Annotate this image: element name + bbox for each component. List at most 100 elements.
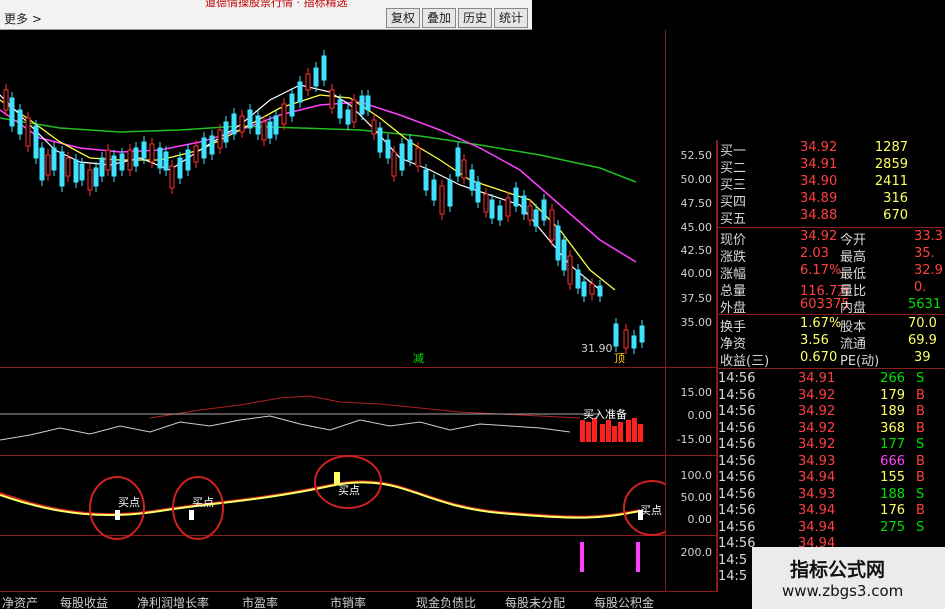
price-axis-label: 52.50 (680, 149, 713, 162)
oscillator-axis-label: 0.00 (687, 513, 713, 526)
overlay-button[interactable]: 叠加 (422, 8, 456, 28)
candle (17, 109, 23, 135)
candle (377, 127, 383, 153)
price-axis-label: 35.00 (680, 316, 713, 329)
tab-cash-debt[interactable]: 现金负债比 (416, 594, 476, 609)
indicator-axis-label: 0.00 (687, 409, 713, 422)
candle (483, 193, 489, 213)
price-axis-label: 47.50 (680, 197, 713, 210)
candle (177, 157, 183, 179)
tick-row: 14:56 34.91 266 S (718, 371, 925, 386)
candle (157, 147, 163, 169)
price-axis-label: 37.50 (680, 292, 713, 305)
candle (223, 121, 229, 143)
stock-chart[interactable]: 31.90 减 顶 买入准备 买点 买点 买点 买点 (0, 30, 665, 591)
buy-point-label-3: 买点 (338, 484, 360, 497)
candle (281, 103, 287, 125)
candle (261, 121, 267, 141)
order-row: 买三 34.90 2411 (720, 174, 908, 193)
candle (533, 209, 539, 227)
history-button[interactable]: 历史 (458, 8, 492, 28)
candle (541, 199, 547, 221)
candle (297, 81, 303, 103)
quote-row: 涨跌 2.03 最高 35. (720, 246, 935, 265)
tab-net-assets[interactable]: 净资产 (2, 594, 38, 609)
candle (39, 147, 45, 181)
candle (489, 199, 495, 219)
candle (461, 159, 467, 179)
statistics-button[interactable]: 统计 (494, 8, 528, 28)
candle (51, 147, 57, 171)
tick-row: 14:56 34.94 155 B (718, 470, 925, 485)
price-axis-label: 45.00 (680, 221, 713, 234)
candle (527, 205, 533, 221)
order-row: 买五 34.88 670 (720, 208, 908, 227)
candle (455, 147, 461, 177)
candle (613, 323, 619, 347)
candle (267, 121, 273, 139)
title-bar: 道德情操股票行情 · 指标精选 更多 > 复权 叠加 历史 统计 (0, 0, 532, 30)
tab-pe-ratio[interactable]: 市盈率 (242, 594, 278, 609)
quote-row: 外盘 603375 内盘 5631 (720, 297, 942, 316)
axis-divider (665, 30, 666, 591)
volume-axis-label: 200.0 (680, 546, 713, 559)
oscillator-red-line (0, 480, 641, 518)
volume-bar-2 (636, 542, 640, 572)
volume-bar-1 (580, 542, 584, 572)
restore-rights-button[interactable]: 复权 (386, 8, 420, 28)
candle (555, 225, 561, 261)
candle (345, 109, 351, 125)
candle (239, 115, 245, 133)
price-axis-label: 40.00 (680, 267, 713, 280)
candle (25, 117, 31, 147)
candle (623, 329, 629, 349)
candle (521, 195, 527, 215)
stats-row: 净资 3.56 流通 69.9 (720, 333, 937, 352)
oscillator-axis-label: 100.0 (680, 469, 713, 482)
more-menu[interactable]: 更多 > (4, 10, 42, 27)
candle (99, 157, 105, 177)
buy-point-label-1: 买点 (118, 496, 140, 509)
candle (119, 153, 125, 171)
candle (359, 95, 365, 115)
buy-ready-bar (592, 418, 597, 442)
candle (105, 149, 111, 171)
buy-ready-bar (580, 420, 585, 442)
price-axis-label: 42.50 (680, 244, 713, 257)
quote-row: 现价 34.92 今开 33.3 (720, 229, 943, 248)
buy-ready-bar (606, 420, 611, 442)
candle (193, 145, 199, 163)
candle (65, 157, 71, 177)
tick-row: 14:56 34.92 177 S (718, 437, 925, 452)
order-row: 买四 34.89 316 (720, 191, 908, 210)
candle (497, 205, 503, 221)
tab-ps-ratio[interactable]: 市销率 (330, 594, 366, 609)
window-title: 道德情操股票行情 · 指标精选 (205, 0, 348, 9)
buy-ready-label: 买入准备 (583, 407, 627, 421)
candle (581, 281, 587, 297)
candle (351, 99, 357, 123)
candle (273, 115, 279, 135)
tab-profit-growth[interactable]: 净利润增长率 (137, 594, 209, 609)
tick-row: 14:56 34.93 666 B (718, 453, 925, 469)
candle (447, 179, 453, 207)
order-row: 买一 34.92 1287 (720, 140, 908, 159)
tab-undistributed[interactable]: 每股未分配 (505, 594, 565, 609)
candle (127, 149, 133, 171)
buy-ready-bar (612, 426, 617, 442)
candle (3, 89, 9, 111)
candle (329, 89, 335, 109)
tab-eps[interactable]: 每股收益 (60, 594, 108, 609)
candle (79, 163, 85, 181)
indicator-red-line (149, 395, 581, 419)
candle (575, 269, 581, 289)
candle (59, 151, 65, 187)
tick-row: 14:56 34.92 189 B (718, 404, 925, 419)
watermark-title: 指标公式网 (790, 559, 886, 581)
tick-row: 14:56 34.94 275 S (718, 519, 925, 535)
marker-green: 减 (413, 352, 424, 365)
buy-ready-bar (600, 424, 605, 442)
candle (169, 165, 175, 189)
candle (289, 93, 295, 117)
tab-reserve[interactable]: 每股公积金 (594, 594, 654, 609)
